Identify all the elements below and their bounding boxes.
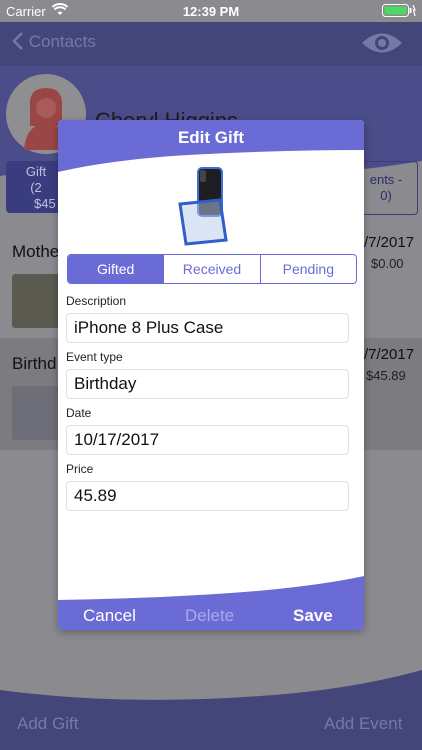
event-date: /7/2017 <box>364 234 415 251</box>
segment-pending[interactable]: Pending <box>259 255 356 283</box>
event-title: Birthd <box>12 354 57 373</box>
add-event-button[interactable]: Add Event <box>324 714 402 734</box>
dialog-title: Edit Gift <box>177 128 245 147</box>
back-button[interactable]: Contacts <box>12 32 96 52</box>
bottom-wave <box>0 670 422 750</box>
event-type-label: Event type <box>66 350 123 364</box>
events-tab-line: 0) <box>380 188 392 203</box>
price-label: Price <box>66 462 94 476</box>
price-field[interactable]: 45.89 <box>66 481 349 511</box>
battery-icon <box>382 4 416 18</box>
edit-gift-dialog: Edit Gift Gifted Received Pending Descri… <box>58 120 364 630</box>
events-tab-line: ents - <box>369 172 403 187</box>
status-bar: Carrier 12:39 PM <box>0 0 422 22</box>
date-label: Date <box>66 406 92 420</box>
chevron-left-icon <box>12 32 29 51</box>
gift-status-segmented-control: Gifted Received Pending <box>67 254 357 284</box>
event-type-field[interactable]: Birthday <box>66 369 349 399</box>
segment-received[interactable]: Received <box>163 255 259 283</box>
description-label: Description <box>66 294 127 308</box>
gift-thumbnail <box>12 274 60 328</box>
gifts-tab-line: (2 <box>30 180 42 195</box>
event-date: /7/2017 <box>364 346 415 363</box>
event-price: $0.00 <box>371 256 404 271</box>
gift-thumbnail <box>12 386 60 440</box>
gifts-tab-line: Gift <box>25 164 47 179</box>
gifts-summary-tab[interactable]: Gift (2 $45 <box>6 161 66 213</box>
description-field[interactable]: iPhone 8 Plus Case <box>66 313 349 343</box>
phone-case-image <box>176 164 248 248</box>
navigation-bar: Contacts <box>0 22 422 66</box>
status-time: 12:39 PM <box>182 4 240 19</box>
eye-icon[interactable] <box>360 30 404 61</box>
add-gift-button[interactable]: Add Gift <box>17 714 78 734</box>
cancel-button[interactable]: Cancel <box>83 606 136 626</box>
date-field[interactable]: 10/17/2017 <box>66 425 349 455</box>
delete-button[interactable]: Delete <box>185 606 234 626</box>
event-price: $45.89 <box>366 368 406 383</box>
gifts-tab-line: $45 <box>34 196 56 211</box>
segment-gifted[interactable]: Gifted <box>68 255 164 283</box>
save-button[interactable]: Save <box>293 606 333 626</box>
event-title: Mothe <box>12 242 60 261</box>
back-button-label: Contacts <box>28 32 96 51</box>
